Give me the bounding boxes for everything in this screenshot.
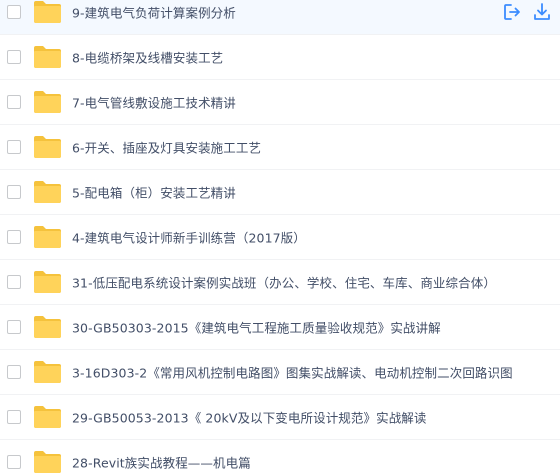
- file-name[interactable]: 30-GB50303-2015《建筑电气工程施工质量验收规范》实战讲解: [72, 318, 441, 337]
- file-name[interactable]: 31-低压配电系统设计案例实战班（办公、学校、住宅、车库、商业综合体）: [72, 273, 496, 292]
- file-row-0[interactable]: 9-建筑电气负荷计算案例分析: [0, 0, 560, 35]
- folder-icon: [34, 406, 61, 428]
- row-checkbox[interactable]: [7, 5, 21, 19]
- folder-icon: [34, 361, 61, 383]
- folder-icon: [34, 226, 61, 248]
- folder-icon: [34, 46, 61, 68]
- row-checkbox[interactable]: [7, 320, 21, 334]
- file-name[interactable]: 29-GB50053-2013《 20kV及以下变电所设计规范》实战解读: [72, 408, 427, 427]
- file-list: 9-建筑电气负荷计算案例分析 8-电缆桥架及线槽安装工艺 7-电气管线敷设施工技…: [0, 0, 560, 476]
- file-row-5[interactable]: 4-建筑电气设计师新手训练营（2017版）: [0, 215, 560, 260]
- row-checkbox[interactable]: [7, 140, 21, 154]
- row-actions: [502, 2, 552, 22]
- file-name[interactable]: 28-Revit族实战教程——机电篇: [72, 453, 251, 472]
- file-row-10[interactable]: 28-Revit族实战教程——机电篇: [0, 440, 560, 476]
- folder-icon: [34, 136, 61, 158]
- folder-icon: [34, 1, 61, 23]
- folder-icon: [34, 91, 61, 113]
- file-row-2[interactable]: 7-电气管线敷设施工技术精讲: [0, 80, 560, 125]
- row-checkbox[interactable]: [7, 410, 21, 424]
- file-row-7[interactable]: 30-GB50303-2015《建筑电气工程施工质量验收规范》实战讲解: [0, 305, 560, 350]
- folder-icon: [34, 181, 61, 203]
- file-name[interactable]: 8-电缆桥架及线槽安装工艺: [72, 48, 223, 67]
- file-row-9[interactable]: 29-GB50053-2013《 20kV及以下变电所设计规范》实战解读: [0, 395, 560, 440]
- row-checkbox[interactable]: [7, 185, 21, 199]
- folder-icon: [34, 451, 61, 473]
- row-checkbox[interactable]: [7, 275, 21, 289]
- row-checkbox[interactable]: [7, 455, 21, 469]
- file-name[interactable]: 9-建筑电气负荷计算案例分析: [72, 3, 236, 22]
- file-name[interactable]: 4-建筑电气设计师新手训练营（2017版）: [72, 228, 306, 247]
- download-icon[interactable]: [532, 2, 552, 22]
- file-name[interactable]: 6-开关、插座及灯具安装施工工艺: [72, 138, 261, 157]
- file-row-8[interactable]: 3-16D303-2《常用风机控制电路图》图集实战解读、电动机控制二次回路识图: [0, 350, 560, 395]
- share-icon[interactable]: [502, 2, 522, 22]
- folder-icon: [34, 316, 61, 338]
- file-row-4[interactable]: 5-配电箱（柜）安装工艺精讲: [0, 170, 560, 215]
- row-checkbox[interactable]: [7, 95, 21, 109]
- folder-icon: [34, 271, 61, 293]
- file-row-1[interactable]: 8-电缆桥架及线槽安装工艺: [0, 35, 560, 80]
- row-checkbox[interactable]: [7, 50, 21, 64]
- row-checkbox[interactable]: [7, 230, 21, 244]
- file-name[interactable]: 5-配电箱（柜）安装工艺精讲: [72, 183, 236, 202]
- file-name[interactable]: 7-电气管线敷设施工技术精讲: [72, 93, 236, 112]
- row-checkbox[interactable]: [7, 365, 21, 379]
- file-name[interactable]: 3-16D303-2《常用风机控制电路图》图集实战解读、电动机控制二次回路识图: [72, 363, 513, 382]
- file-row-6[interactable]: 31-低压配电系统设计案例实战班（办公、学校、住宅、车库、商业综合体）: [0, 260, 560, 305]
- file-row-3[interactable]: 6-开关、插座及灯具安装施工工艺: [0, 125, 560, 170]
